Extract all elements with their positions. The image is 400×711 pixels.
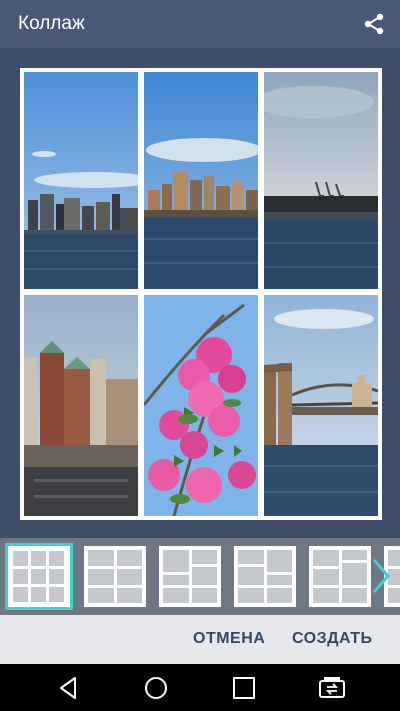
collage-photo-5[interactable]: [144, 295, 258, 516]
collage-photo-3[interactable]: [264, 72, 378, 289]
layout-tile: [117, 569, 142, 585]
layout-tile: [49, 587, 64, 602]
layout-option-2[interactable]: [84, 546, 146, 607]
layout-tile: [163, 550, 189, 572]
layout-tile: [342, 588, 367, 603]
layout-tile: [13, 587, 28, 602]
layout-tile: [238, 588, 264, 603]
collage-photo-2[interactable]: [144, 72, 258, 289]
layout-tile: [88, 588, 114, 603]
create-button[interactable]: СОЗДАТЬ: [292, 630, 373, 648]
collage-photo-6[interactable]: [264, 295, 378, 516]
layout-tile: [88, 550, 114, 566]
collage-screen: Коллаж ОТМЕНА СОЗДАТЬ: [0, 0, 400, 711]
layout-tile: [267, 588, 292, 603]
layout-tile: [313, 588, 339, 603]
layout-tile: [267, 550, 292, 572]
layout-tile: [163, 575, 189, 585]
layout-tile: [313, 569, 339, 585]
layout-tile: [31, 551, 46, 566]
collage-photo-4[interactable]: [24, 295, 138, 516]
layout-tile: [192, 567, 217, 585]
layout-tile: [31, 587, 46, 602]
share-icon[interactable]: [362, 12, 386, 36]
layout-option-4[interactable]: [234, 546, 296, 607]
layout-tile: [313, 550, 339, 566]
layout-tile: [342, 563, 367, 585]
layout-tile: [238, 567, 264, 585]
sim-switch-icon[interactable]: [318, 674, 346, 702]
system-navigation-bar: [0, 664, 400, 711]
layout-tile: [117, 550, 142, 566]
layout-tile: [31, 569, 46, 584]
home-icon[interactable]: [142, 674, 170, 702]
layout-option-5[interactable]: [309, 546, 371, 607]
layout-tile: [88, 569, 114, 585]
layout-tile: [342, 550, 367, 560]
cancel-button[interactable]: ОТМЕНА: [193, 630, 265, 648]
layout-tile: [13, 569, 28, 584]
action-bar: ОТМЕНА СОЗДАТЬ: [0, 615, 400, 664]
layout-tile: [49, 551, 64, 566]
layout-tile: [192, 550, 217, 564]
layout-option-3[interactable]: [159, 546, 221, 607]
layout-tile: [13, 551, 28, 566]
layout-tile: [117, 588, 142, 603]
layout-option-1[interactable]: [5, 543, 73, 610]
screen-title: Коллаж: [18, 13, 85, 34]
collage-canvas: [0, 48, 400, 538]
layout-tile: [192, 588, 217, 603]
layout-tile: [238, 550, 264, 564]
layout-tile: [163, 588, 189, 603]
layout-tile: [267, 575, 292, 585]
app-bar: Коллаж: [0, 0, 400, 48]
recents-icon[interactable]: [230, 674, 258, 702]
collage-frame: [20, 68, 382, 520]
chevron-right-icon[interactable]: [370, 556, 392, 596]
back-icon[interactable]: [55, 674, 83, 702]
layout-selector: [0, 538, 400, 615]
collage-photo-1[interactable]: [24, 72, 138, 289]
layout-tile: [49, 569, 64, 584]
